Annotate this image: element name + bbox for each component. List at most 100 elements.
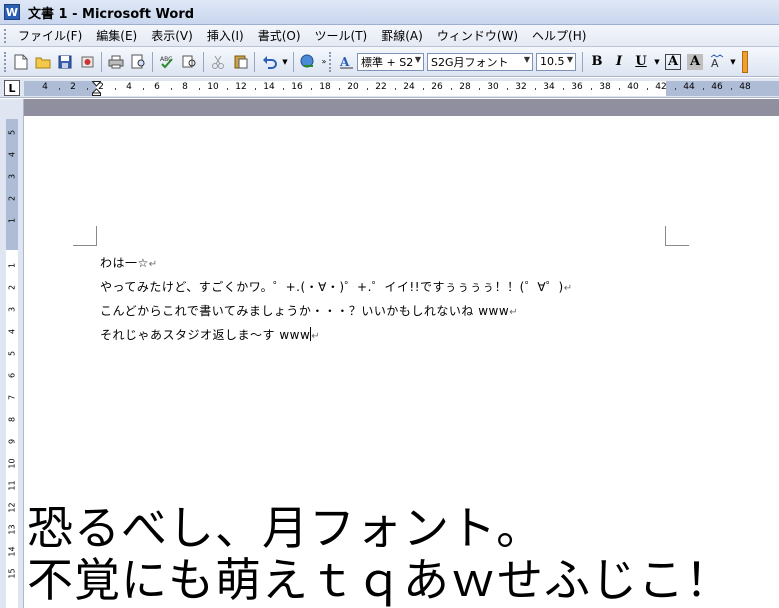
ruler-tick-label: 22 bbox=[375, 82, 387, 92]
character-border-button[interactable]: A bbox=[665, 53, 681, 70]
ruler-tick-label: 4 bbox=[126, 82, 132, 92]
word-app-icon[interactable]: W bbox=[4, 4, 20, 20]
bold-button[interactable]: B bbox=[586, 51, 608, 73]
print-preview-button[interactable] bbox=[127, 51, 149, 73]
vertical-ruler-tick-label: 13 bbox=[7, 524, 17, 535]
toolbar-separator bbox=[152, 51, 153, 72]
ruler-tick-mark bbox=[367, 88, 368, 90]
menu-file[interactable]: ファイル(F) bbox=[11, 27, 89, 44]
research-icon bbox=[182, 55, 195, 68]
ruler-tick-mark bbox=[311, 88, 312, 90]
font-select[interactable]: S2G月フォント ▼ bbox=[427, 52, 533, 71]
italic-button[interactable]: I bbox=[608, 51, 630, 73]
hyperlink-button[interactable] bbox=[297, 51, 319, 73]
new-document-button[interactable] bbox=[10, 51, 32, 73]
style-select-value: 標準 + S2 bbox=[361, 55, 414, 69]
crop-mark-top-right bbox=[665, 226, 689, 246]
line-text: それじゃあスタジオ返しま～す www bbox=[100, 328, 311, 342]
style-select[interactable]: 標準 + S2 ▼ bbox=[357, 52, 424, 71]
cut-icon bbox=[212, 55, 224, 69]
vertical-ruler-tick-label: 5 bbox=[7, 350, 17, 357]
document-line[interactable]: それじゃあスタジオ返しま～す www↵ bbox=[100, 326, 320, 343]
paste-button[interactable] bbox=[229, 51, 251, 73]
hyperlink-icon bbox=[300, 54, 314, 68]
ruler-tick-label: 34 bbox=[543, 82, 555, 92]
ruler-tick-label: 2 bbox=[98, 82, 104, 92]
research-button[interactable] bbox=[178, 51, 200, 73]
ruler-tick-label: 14 bbox=[263, 82, 275, 92]
ruler-tick-mark bbox=[619, 88, 620, 90]
save-button[interactable] bbox=[54, 51, 76, 73]
underline-button[interactable]: U bbox=[630, 51, 652, 73]
ruler-tick-label: 42 bbox=[655, 82, 667, 92]
line-text: こんどからこれで書いてみましょうか・・・？いいかもしれないね www bbox=[100, 304, 510, 318]
line-text: やってみたけど、すごくかワ。゜+.(・∀・)゜+.゜イイ!!ですぅぅぅぅ！！(゜… bbox=[100, 280, 564, 294]
ruler-tick-mark bbox=[143, 88, 144, 90]
menu-edit[interactable]: 編集(E) bbox=[89, 27, 144, 44]
menu-bar: ファイル(F) 編集(E) 表示(V) 挿入(I) 書式(O) ツール(T) 罫… bbox=[0, 25, 779, 47]
ruler-tick-mark bbox=[59, 88, 60, 90]
crop-mark-top-left bbox=[73, 226, 97, 246]
undo-button[interactable] bbox=[258, 51, 280, 73]
toolbar-overflow[interactable]: » bbox=[319, 51, 329, 73]
chevron-down-icon: ▼ bbox=[566, 54, 573, 64]
ruler-tick-label: 38 bbox=[599, 82, 611, 92]
vertical-ruler-tick-label: 9 bbox=[7, 438, 17, 445]
menu-format[interactable]: 書式(O) bbox=[251, 27, 308, 44]
spelling-icon: ABC bbox=[160, 56, 173, 69]
ruler-tick-mark bbox=[591, 88, 592, 90]
undo-icon bbox=[262, 55, 277, 69]
tab-selector[interactable]: L bbox=[4, 80, 20, 96]
caption-line-2: 不覚にも萌えｔｑあｗせふじこ！ bbox=[27, 553, 732, 607]
ruler-tick-label: 32 bbox=[515, 82, 527, 92]
ruler-tick-mark bbox=[339, 88, 340, 90]
menu-view[interactable]: 表示(V) bbox=[144, 27, 200, 44]
horizontal-ruler[interactable]: 4 2 2 4 6 8 10 12 14 16 18 20 22 24 26 28 30 32 34 36 38 40 42… bbox=[24, 81, 779, 96]
phonetic-dropdown[interactable]: ▼ bbox=[728, 51, 738, 73]
font-size-value: 10.5 bbox=[540, 55, 565, 68]
ruler-tick-mark bbox=[283, 88, 284, 90]
toolbar-grip[interactable] bbox=[4, 51, 7, 72]
open-folder-icon bbox=[35, 57, 51, 68]
chevron-down-icon: ▼ bbox=[414, 54, 421, 64]
ruler-tick-mark bbox=[87, 88, 88, 90]
print-button[interactable] bbox=[105, 51, 127, 73]
spelling-button[interactable]: ABC bbox=[156, 51, 178, 73]
vertical-ruler-tick-label: 8 bbox=[7, 416, 17, 423]
menu-insert[interactable]: 挿入(I) bbox=[200, 27, 251, 44]
cut-button[interactable] bbox=[207, 51, 229, 73]
vertical-ruler-tick-label: 3 bbox=[7, 306, 17, 313]
ruler-tick-mark bbox=[227, 88, 228, 90]
menu-grip[interactable] bbox=[4, 28, 7, 43]
open-button[interactable] bbox=[32, 51, 54, 73]
menu-table[interactable]: 罫線(A) bbox=[374, 27, 430, 44]
paragraph-mark-icon: ↵ bbox=[509, 307, 519, 318]
toolbar-separator bbox=[254, 51, 255, 72]
ruler-tick-label: 44 bbox=[683, 82, 695, 92]
vertical-ruler-tick-label: 2 bbox=[7, 284, 17, 291]
menu-tools[interactable]: ツール(T) bbox=[308, 27, 375, 44]
styles-formatting-button[interactable]: A bbox=[335, 51, 357, 73]
ruler-tick-label: 10 bbox=[207, 82, 219, 92]
toolbar-separator bbox=[203, 51, 204, 72]
toolbar-separator bbox=[101, 51, 102, 72]
document-line[interactable]: やってみたけど、すごくかワ。゜+.(・∀・)゜+.゜イイ!!ですぅぅぅぅ！！(゜… bbox=[100, 278, 573, 295]
ruler-tick-mark bbox=[731, 88, 732, 90]
vertical-ruler[interactable]: 5 4 3 2 1 1 2 3 4 5 6 7 8 9 10 11 12 13 14 15 bbox=[0, 99, 24, 608]
permission-button[interactable] bbox=[76, 51, 98, 73]
toolbar: ABC ▼ » A 標準 + S2 ▼ S2G月フォント ▼ 10.5 ▼ B … bbox=[0, 47, 779, 77]
menu-help[interactable]: ヘルプ(H) bbox=[525, 27, 593, 44]
page-gap bbox=[24, 99, 779, 116]
document-line[interactable]: わは一☆↵ bbox=[100, 254, 158, 271]
font-size-select[interactable]: 10.5 ▼ bbox=[536, 52, 576, 71]
ruler-tick-label: 30 bbox=[487, 82, 499, 92]
underline-dropdown[interactable]: ▼ bbox=[652, 51, 662, 73]
character-shading-button[interactable]: A bbox=[687, 53, 703, 70]
toolbar-grip[interactable] bbox=[329, 51, 332, 72]
document-line[interactable]: こんどからこれで書いてみましょうか・・・？いいかもしれないね www↵ bbox=[100, 302, 518, 319]
menu-window[interactable]: ウィンドウ(W) bbox=[430, 27, 525, 44]
undo-dropdown[interactable]: ▼ bbox=[280, 51, 290, 73]
vertical-ruler-tick-label: 6 bbox=[7, 372, 17, 379]
phonetic-guide-button[interactable]: A bbox=[706, 51, 728, 73]
toolbar-options-handle[interactable] bbox=[742, 50, 748, 73]
